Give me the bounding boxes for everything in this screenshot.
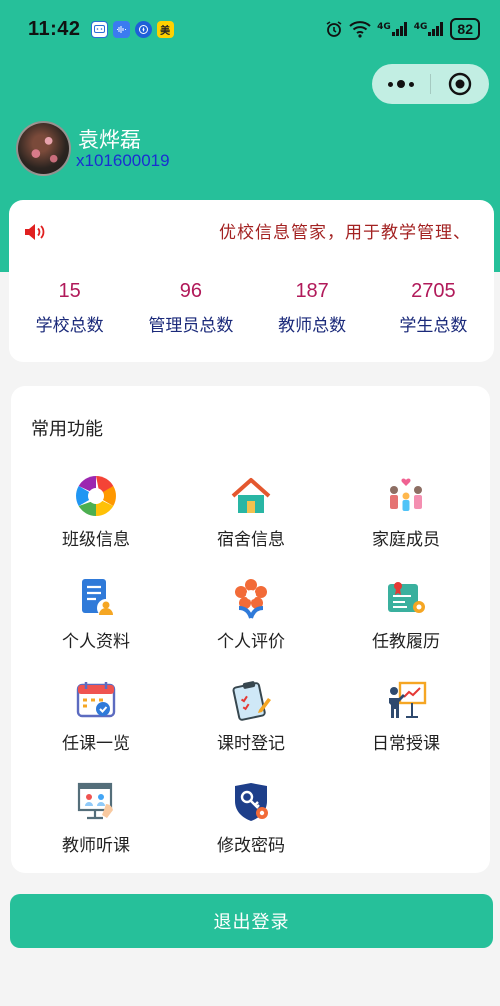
network-type-2: 4G [413, 22, 428, 32]
clipboard-icon [232, 681, 271, 721]
func-family-members[interactable]: 家庭成员 [331, 474, 481, 550]
stat-schools[interactable]: 15 学校总数 [9, 280, 130, 336]
func-teaching-history[interactable]: 任教履历 [331, 576, 481, 652]
func-daily-teaching[interactable]: 日常授课 [331, 678, 481, 754]
notice-marquee: 优校信息管家，用于教学管理、 [59, 214, 489, 248]
teacher-board-icon [389, 681, 427, 718]
func-label: 宿舍信息 [217, 530, 285, 550]
func-label: 班级信息 [62, 530, 130, 550]
alarm-icon [326, 21, 342, 37]
more-menu-button[interactable] [372, 80, 430, 88]
func-label: 教师听课 [62, 836, 130, 856]
status-indicators: 4G 4G 82 [325, 18, 480, 40]
func-dorm-info[interactable]: 宿舍信息 [176, 474, 326, 550]
func-label: 课时登记 [217, 734, 285, 754]
func-course-overview[interactable]: 任课一览 [21, 678, 171, 754]
func-label: 修改密码 [217, 836, 285, 856]
func-label: 任课一览 [62, 734, 130, 754]
family-icon [390, 478, 422, 511]
func-label: 日常授课 [372, 734, 440, 754]
stat-value: 187 [295, 280, 329, 302]
user-id: x101600019 [76, 151, 170, 170]
status-bar: 11:42 美 4G 4G 82 [0, 0, 500, 58]
func-label: 个人评价 [217, 632, 285, 652]
logout-button[interactable]: 退出登录 [10, 894, 493, 948]
stat-students[interactable]: 2705 学生总数 [373, 280, 494, 336]
stat-value: 96 [179, 280, 202, 302]
flower-icon [235, 579, 267, 619]
stat-value: 15 [58, 280, 81, 302]
func-label: 家庭成员 [372, 530, 440, 550]
stat-label: 教师总数 [278, 316, 347, 336]
target-close-icon [448, 72, 472, 96]
wifi-icon [349, 21, 371, 38]
user-name: 袁烨磊 [78, 128, 141, 152]
meituan-app-icon: 美 [156, 20, 174, 38]
notice-bar: 优校信息管家，用于教学管理、 [9, 214, 494, 248]
screen-lecture-icon [77, 782, 113, 820]
battery-indicator: 82 [450, 18, 480, 40]
func-label: 任教履历 [372, 632, 440, 652]
stats-row: 15 学校总数 96 管理员总数 187 教师总数 2705 学生总数 [9, 280, 494, 336]
notice-text: 优校信息管家，用于教学管理、 [219, 223, 471, 243]
func-lecture-observation[interactable]: 教师听课 [21, 780, 171, 856]
key-shield-icon [235, 783, 268, 821]
network-type-1: 4G [377, 22, 391, 32]
stat-teachers[interactable]: 187 教师总数 [252, 280, 373, 336]
stat-admins[interactable]: 96 管理员总数 [130, 280, 251, 336]
func-personal-profile[interactable]: 个人资料 [21, 576, 171, 652]
message-app-icon [90, 20, 108, 38]
stat-label: 学生总数 [399, 316, 468, 336]
stats-card: 优校信息管家，用于教学管理、 15 学校总数 96 管理员总数 187 教师总数… [9, 200, 494, 362]
functions-card: 常用功能 班级信息 宿舍信息 家庭成员 个人资料 个人评价 任教履历 任课一览 … [11, 386, 490, 873]
func-personal-evaluation[interactable]: 个人评价 [176, 576, 326, 652]
audio-app-icon [112, 20, 130, 38]
aperture-icon [76, 476, 116, 516]
status-time: 11:42 [28, 17, 81, 40]
stat-label: 管理员总数 [148, 316, 234, 336]
func-class-info[interactable]: 班级信息 [21, 474, 171, 550]
certificate-icon [388, 582, 425, 613]
status-app-icons: 美 [90, 20, 174, 38]
calendar-check-icon [76, 682, 116, 718]
profile-doc-icon [82, 579, 115, 617]
miniprogram-capsule [372, 64, 489, 104]
stat-label: 学校总数 [35, 316, 104, 336]
compass-app-icon [134, 20, 152, 38]
signal-icon-2: 4G [414, 22, 445, 36]
func-class-hour-registration[interactable]: 课时登记 [176, 678, 326, 754]
close-miniprogram-button[interactable] [431, 72, 489, 96]
speaker-icon [25, 224, 45, 240]
func-change-password[interactable]: 修改密码 [176, 780, 326, 856]
user-avatar[interactable] [16, 121, 71, 176]
functions-title: 常用功能 [31, 419, 103, 440]
house-icon [231, 478, 271, 513]
signal-icon-1: 4G [377, 22, 408, 36]
func-label: 个人资料 [62, 632, 130, 652]
stat-value: 2705 [411, 280, 456, 302]
